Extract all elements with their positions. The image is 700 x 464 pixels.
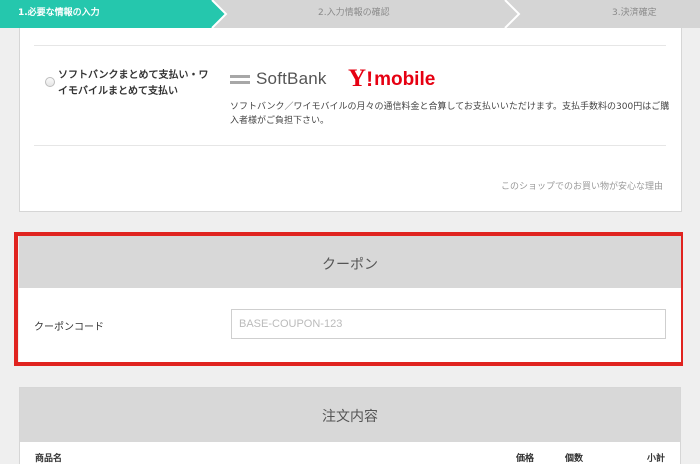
coupon-section: クーポン クーポンコード: [19, 236, 681, 362]
step-1-label: 1.必要な情報の入力: [18, 8, 100, 18]
safe-shopping-link[interactable]: このショップでのお買い物が安心な理由: [501, 179, 663, 192]
softbank-payment-radio[interactable]: [45, 77, 55, 87]
order-summary-section: 注文内容 商品名 価格 個数 小計: [19, 387, 681, 464]
payment-method-card: ソフトバンクまとめて支払い・ワイモバイルまとめて支払い SoftBank Y !…: [19, 28, 682, 212]
order-header: 注文内容: [20, 388, 680, 442]
ymobile-logo-text: mobile: [374, 69, 436, 90]
coupon-header: クーポン: [19, 236, 681, 288]
divider: [34, 145, 666, 146]
softbank-logo: SoftBank: [230, 68, 327, 90]
payment-option-label[interactable]: ソフトバンクまとめて支払い・ワイモバイルまとめて支払い: [58, 68, 218, 100]
column-header-product: 商品名: [35, 454, 63, 464]
softbank-logo-text: SoftBank: [256, 69, 327, 88]
step-3-label: 3.決済確定: [612, 8, 657, 18]
column-header-subtotal: 小計: [647, 454, 666, 464]
column-header-quantity: 個数: [565, 454, 584, 464]
order-title: 注文内容: [322, 409, 378, 425]
progress-steps: 1.必要な情報の入力 2.入力情報の確認 3.決済確定: [0, 0, 700, 28]
column-header-price: 価格: [516, 454, 535, 464]
payment-description: ソフトバンク／ワイモバイルの月々の通信料金と合算してお支払いいただけます。支払手…: [230, 102, 670, 126]
ymobile-logo-bang: !: [366, 68, 374, 91]
ymobile-logo-y: Y: [348, 65, 367, 92]
ymobile-logo: Y ! mobile: [348, 64, 435, 92]
coupon-code-input[interactable]: [231, 309, 666, 339]
step-2-label: 2.入力情報の確認: [318, 8, 390, 18]
coupon-title: クーポン: [322, 257, 378, 273]
coupon-code-label: クーポンコード: [34, 322, 104, 333]
checkout-page: 1.必要な情報の入力 2.入力情報の確認 3.決済確定 ソフトバンクまとめて支払…: [0, 0, 700, 464]
divider: [34, 45, 666, 46]
softbank-bars-icon: [230, 74, 250, 84]
